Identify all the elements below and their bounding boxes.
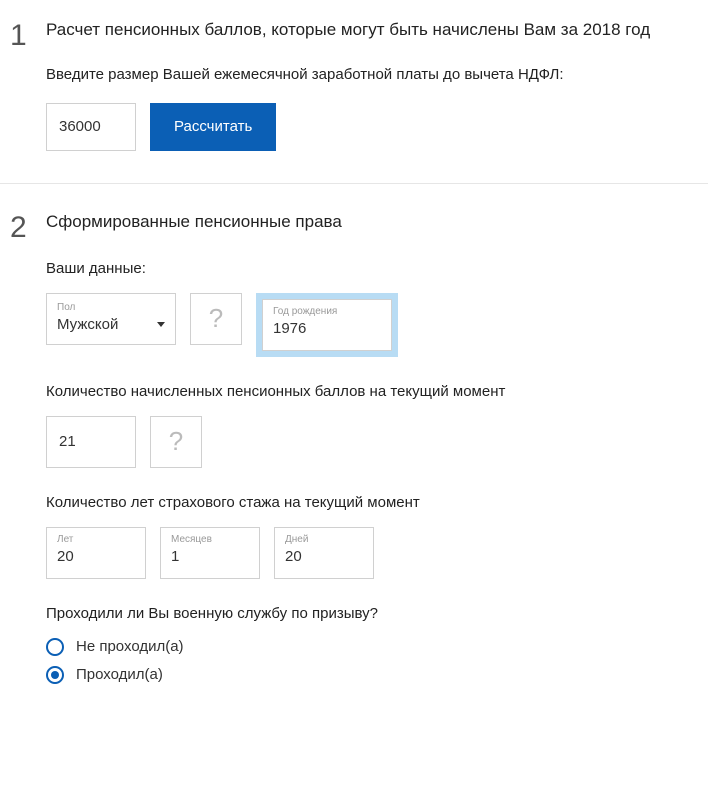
section-divider [0,183,708,184]
days-label: Дней [285,534,363,545]
birth-year-label: Год рождения [273,306,381,317]
years-input[interactable]: Лет 20 [46,527,146,579]
days-value: 20 [285,548,363,565]
help-points-icon[interactable]: ? [150,416,202,468]
personal-data-row: Пол Мужской ? Год рождения 1976 [46,293,698,357]
military-question: Проходили ли Вы военную службу по призыв… [46,605,698,622]
years-value: 20 [57,548,135,565]
gender-select[interactable]: Пол Мужской [46,293,176,345]
section-1-content: Расчет пенсионных баллов, которые могут … [46,18,698,151]
section-1: 1 Расчет пенсионных баллов, которые могу… [0,0,708,175]
military-yes-label: Проходил(а) [76,666,163,683]
section-1-title: Расчет пенсионных баллов, которые могут … [46,18,698,42]
step-number-2: 2 [10,210,46,694]
radio-icon [46,638,64,656]
months-value: 1 [171,548,249,565]
salary-input[interactable] [46,103,136,151]
section-2-content: Сформированные пенсионные права Ваши дан… [46,210,698,694]
your-data-label: Ваши данные: [46,260,698,277]
step-number-1: 1 [10,18,46,151]
salary-row: Рассчитать [46,103,698,151]
section-2: 2 Сформированные пенсионные права Ваши д… [0,192,708,718]
months-input[interactable]: Месяцев 1 [160,527,260,579]
stage-label: Количество лет страхового стажа на текущ… [46,494,698,511]
section-2-title: Сформированные пенсионные права [46,210,698,234]
days-input[interactable]: Дней 20 [274,527,374,579]
months-label: Месяцев [171,534,249,545]
birth-year-input[interactable]: Год рождения 1976 [262,299,392,351]
radio-icon [46,666,64,684]
points-input[interactable] [46,416,136,468]
military-yes-option[interactable]: Проходил(а) [46,666,698,684]
gender-label: Пол [57,302,165,313]
birth-year-highlight: Год рождения 1976 [256,293,398,357]
help-gender-icon[interactable]: ? [190,293,242,345]
military-no-option[interactable]: Не проходил(а) [46,638,698,656]
chevron-down-icon [157,322,165,327]
points-label: Количество начисленных пенсионных баллов… [46,383,698,400]
gender-value: Мужской [57,316,118,333]
points-row: ? [46,416,698,468]
birth-year-value: 1976 [273,320,381,337]
military-radio-group: Не проходил(а) Проходил(а) [46,638,698,684]
years-label: Лет [57,534,135,545]
salary-prompt: Введите размер Вашей ежемесячной заработ… [46,64,698,85]
calculate-button[interactable]: Рассчитать [150,103,276,151]
military-no-label: Не проходил(а) [76,638,184,655]
stage-row: Лет 20 Месяцев 1 Дней 20 [46,527,698,579]
